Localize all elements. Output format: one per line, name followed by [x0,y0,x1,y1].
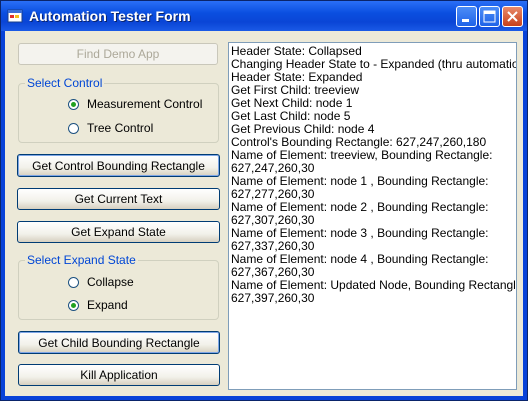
maximize-icon [483,10,496,23]
select-expand-state-label: Select Expand State [25,253,138,267]
output-lines: Header State: Collapsed Changing Header S… [231,45,516,305]
radio-selected-dot [71,302,76,308]
maximize-button[interactable] [479,6,500,27]
get-child-bounding-rectangle-button[interactable]: Get Child Bounding Rectangle [18,331,220,354]
select-control-label: Select Control [25,76,105,90]
form-client-area: Find Demo App Select Control Measurement… [5,31,523,396]
radio-label: Expand [87,298,128,312]
radio-indicator [68,299,79,311]
radio-indicator [68,98,79,110]
radio-label: Tree Control [87,121,154,135]
radio-measurement-control[interactable]: Measurement Control [68,97,202,111]
radio-indicator [68,276,79,288]
close-icon [507,11,518,22]
radio-selected-dot [71,101,76,107]
title-bar[interactable]: Automation Tester Form [1,1,527,31]
app-window: Automation Tester Form Find Demo App Sel… [0,0,528,401]
app-window-icon [7,8,23,24]
output-line: 627,397,260,30 [231,291,315,305]
select-expand-state-group: Select Expand State Collapse Expand [18,253,219,320]
radio-expand[interactable]: Expand [68,298,128,312]
radio-indicator [68,122,79,134]
select-control-group: Select Control Measurement Control Tree … [18,76,219,143]
output-textbox[interactable]: Header State: Collapsed Changing Header S… [228,42,517,390]
radio-label: Measurement Control [87,97,203,111]
radio-label: Collapse [87,275,134,289]
get-current-text-button[interactable]: Get Current Text [17,188,220,210]
minimize-button[interactable] [456,6,477,27]
window-title: Automation Tester Form [29,8,191,24]
get-expand-state-button[interactable]: Get Expand State [17,221,220,243]
find-demo-app-button[interactable]: Find Demo App [18,43,218,65]
close-button[interactable] [502,6,523,27]
minimize-icon [462,19,469,22]
get-bounding-rectangle-button[interactable]: Get Control Bounding Rectangle [17,154,220,177]
kill-application-button[interactable]: Kill Application [18,364,220,386]
radio-tree-control[interactable]: Tree Control [68,121,153,135]
radio-collapse[interactable]: Collapse [68,275,134,289]
